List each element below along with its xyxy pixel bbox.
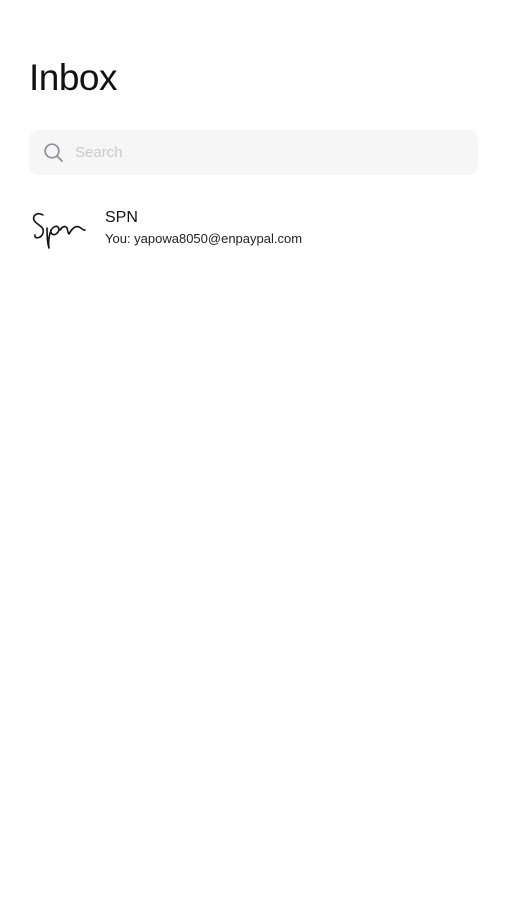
- signature-avatar: [32, 213, 86, 249]
- search-icon: [44, 143, 63, 162]
- search-input[interactable]: [75, 130, 465, 175]
- conversation-preview: You: yapowa8050@enpaypal.com: [105, 231, 303, 246]
- conversation-item[interactable]: SPN You: yapowa8050@enpaypal.com: [29, 200, 478, 256]
- search-bar[interactable]: [29, 130, 478, 175]
- page-title: Inbox: [29, 57, 118, 98]
- conversation-name: SPN: [105, 209, 138, 226]
- inbox-screen: Inbox SPN You: yapowa8050@enpaypal.com: [0, 0, 507, 900]
